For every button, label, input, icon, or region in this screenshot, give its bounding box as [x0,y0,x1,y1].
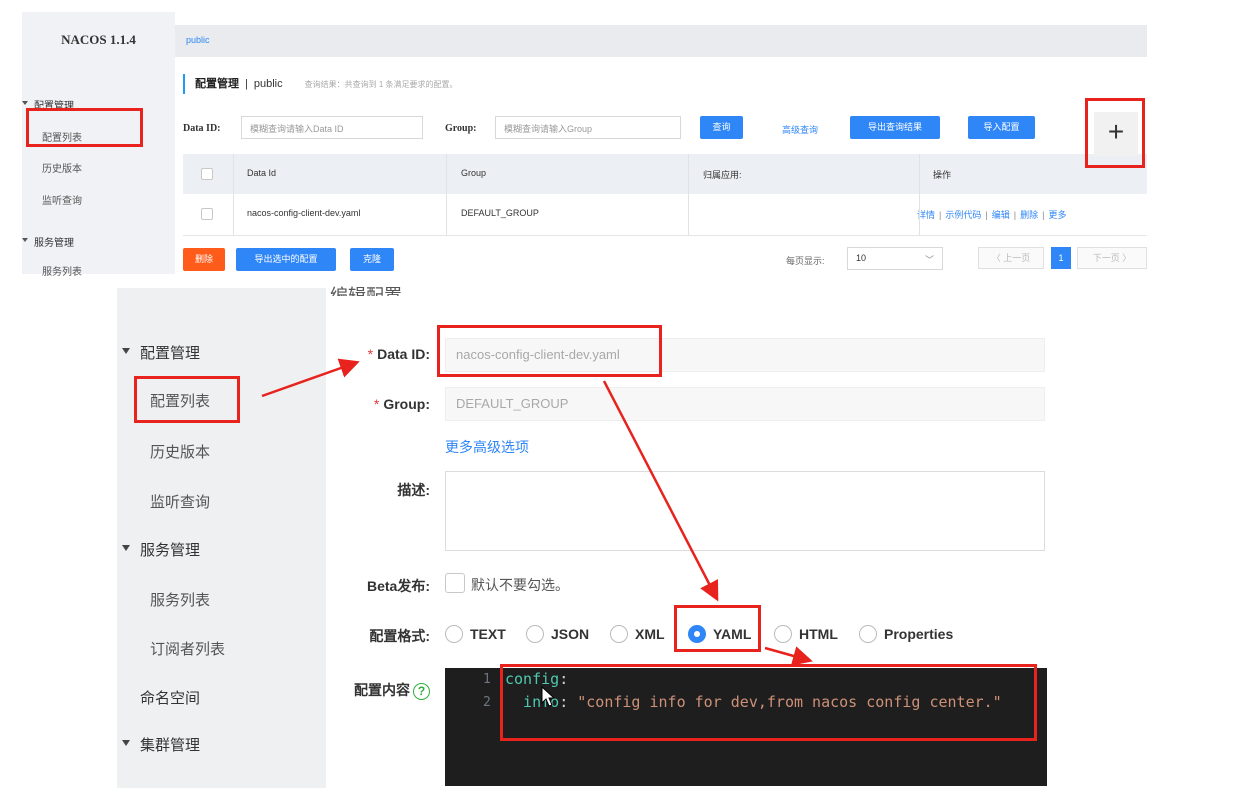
arrow-to-content [764,646,813,666]
annotation-arrows [261,358,813,666]
arrow-to-dataid [261,358,360,398]
arrow-to-yaml [602,380,719,602]
